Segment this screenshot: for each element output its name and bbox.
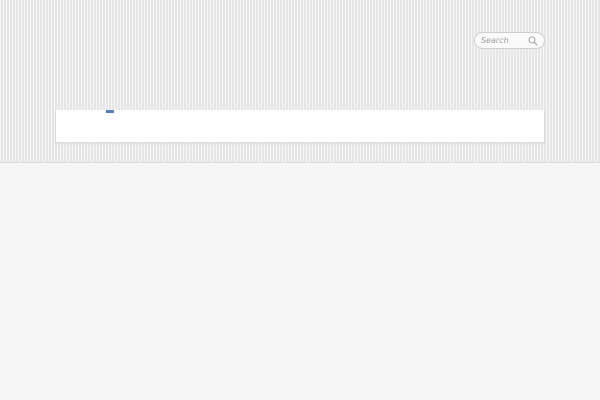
main-navigation	[55, 110, 545, 143]
search-input[interactable]	[481, 34, 531, 47]
nav-item-2[interactable]	[106, 110, 114, 142]
search-icon[interactable]	[528, 36, 538, 46]
search-box[interactable]	[474, 32, 545, 49]
